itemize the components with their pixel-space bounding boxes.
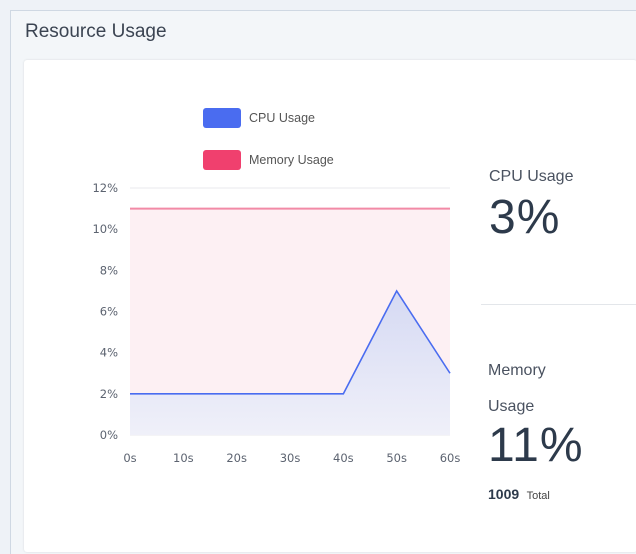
- memory-usage-label-line2: Usage: [488, 398, 535, 415]
- x-tick-label-1: 10s: [173, 451, 194, 465]
- x-tick-label-0: 0s: [123, 451, 136, 465]
- x-tick-label-5: 50s: [386, 451, 407, 465]
- memory-usage-value: 11%: [488, 419, 584, 472]
- legend-item-memory[interactable]: Memory Usage: [203, 150, 334, 170]
- legend-swatch-memory: [203, 150, 241, 170]
- cpu-usage-label: CPU Usage: [489, 168, 574, 185]
- y-tick-label-4: 8%: [100, 263, 118, 277]
- legend-item-cpu[interactable]: CPU Usage: [203, 108, 315, 128]
- y-tick-label-6: 12%: [92, 181, 118, 195]
- memory-total-label: Total: [526, 490, 550, 502]
- legend-label-memory: Memory Usage: [249, 153, 334, 167]
- memory-usage-label-line1: Memory: [488, 362, 546, 379]
- y-tick-label-3: 6%: [100, 305, 118, 319]
- cpu-usage-value: 3%: [489, 191, 561, 244]
- legend-label-cpu: CPU Usage: [249, 111, 315, 125]
- x-tick-label-4: 40s: [333, 451, 354, 465]
- memory-total: 1009 Total: [488, 486, 550, 504]
- stats-divider: [481, 304, 636, 305]
- memory-total-number: 1009: [488, 486, 520, 502]
- y-tick-label-0: 0%: [100, 428, 118, 442]
- y-tick-label-5: 10%: [92, 222, 118, 236]
- y-tick-label-1: 2%: [100, 387, 118, 401]
- legend-swatch-cpu: [203, 108, 241, 128]
- x-tick-label-2: 20s: [226, 451, 247, 465]
- y-tick-label-2: 4%: [100, 346, 118, 360]
- x-tick-label-6: 60s: [440, 451, 461, 465]
- x-tick-label-3: 30s: [280, 451, 301, 465]
